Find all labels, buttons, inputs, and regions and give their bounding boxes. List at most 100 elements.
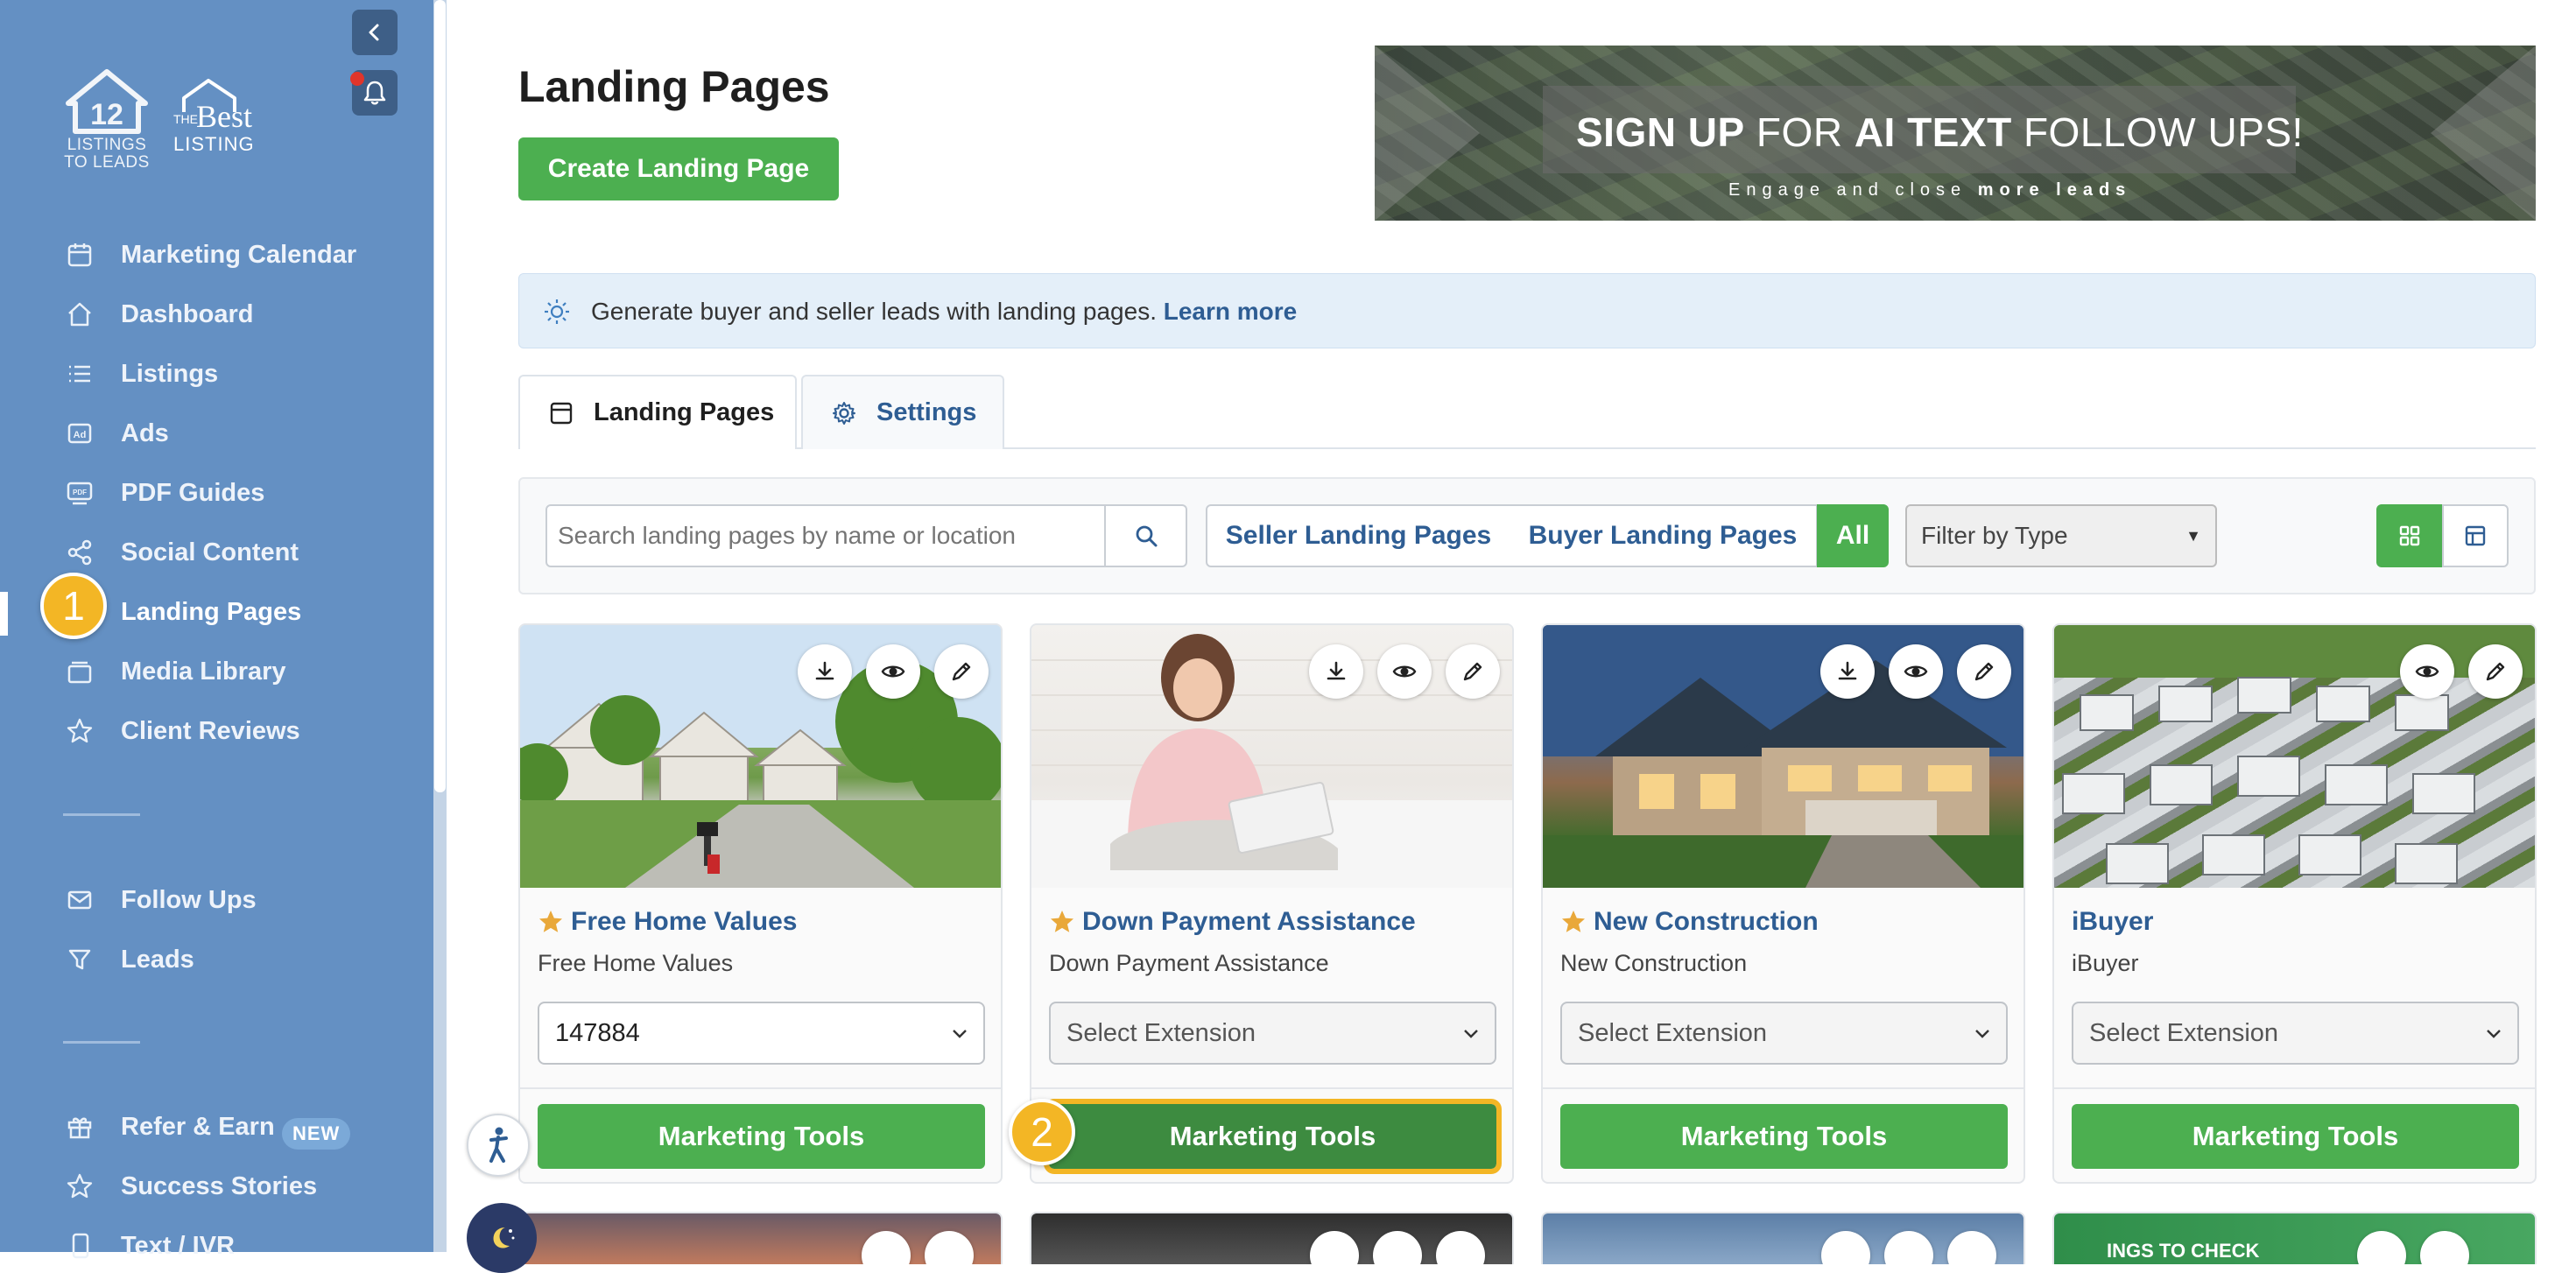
gift-icon — [63, 1110, 96, 1143]
moon-stars-icon — [493, 1227, 515, 1248]
seller-landing-pages-filter[interactable]: Seller Landing Pages — [1206, 504, 1511, 567]
sidebar-item-leads[interactable]: Leads — [0, 935, 433, 984]
eye-icon — [1904, 665, 1928, 678]
sidebar-item-marketing-calendar[interactable]: Marketing Calendar — [0, 230, 433, 279]
edit-button[interactable] — [1436, 1231, 1485, 1264]
star-icon — [538, 909, 564, 935]
edit-button[interactable] — [1957, 644, 2011, 699]
sidebar-item-listings[interactable]: Listings — [0, 349, 433, 398]
preview-button[interactable] — [1377, 644, 1432, 699]
card-subtitle: iBuyer — [2072, 950, 2139, 976]
sidebar: 12 LISTINGS TO LEADS THE Best LISTING Ma… — [0, 0, 433, 1260]
search-icon — [1136, 525, 1157, 547]
grid-view-button[interactable] — [2376, 504, 2443, 567]
edit-button[interactable] — [934, 644, 989, 699]
edit-button[interactable] — [2420, 1231, 2469, 1264]
sidebar-item-dashboard[interactable]: Dashboard — [0, 290, 433, 339]
card-title[interactable]: Down Payment Assistance — [1049, 907, 1416, 937]
banner-next-arrow[interactable] — [2431, 46, 2536, 221]
card-image-aerial-homes — [2054, 625, 2535, 888]
svg-text:Ad: Ad — [74, 430, 87, 440]
table-icon — [2465, 525, 2486, 546]
preview-button[interactable] — [2400, 644, 2454, 699]
preview-button[interactable] — [2357, 1231, 2406, 1264]
landing-page-card: Free Home Values Free Home Values 147884… — [518, 623, 1003, 1184]
tab-settings[interactable]: Settings — [801, 375, 1004, 449]
card-image-new-house — [1543, 625, 2023, 888]
edit-button[interactable] — [925, 1231, 974, 1264]
table-view-button[interactable] — [2442, 504, 2509, 567]
card-title[interactable]: New Construction — [1560, 907, 1819, 937]
chevron-down-icon — [2487, 1030, 2501, 1038]
download-icon — [815, 661, 834, 680]
calendar-icon — [63, 238, 96, 271]
dark-mode-button[interactable] — [467, 1203, 537, 1273]
sidebar-scrollbar-thumb[interactable] — [434, 0, 446, 792]
promo-headline: SIGN UP FOR AI TEXT FOLLOW UPS! — [1576, 109, 2304, 155]
tab-landing-pages[interactable]: Landing Pages — [518, 375, 797, 449]
download-button[interactable] — [1821, 1231, 1870, 1264]
extension-select[interactable]: Select Extension — [1049, 1002, 1496, 1065]
ad-icon: Ad — [63, 417, 96, 450]
phone-icon — [63, 1229, 96, 1262]
pencil-icon — [1974, 662, 1994, 681]
extension-select[interactable]: Select Extension — [1560, 1002, 2008, 1065]
preview-button[interactable] — [866, 644, 920, 699]
extension-select[interactable]: 147884 — [538, 1002, 985, 1065]
card-title[interactable]: Free Home Values — [538, 907, 797, 937]
card-title[interactable]: iBuyer — [2072, 907, 2153, 937]
download-button[interactable] — [1820, 644, 1875, 699]
download-icon — [1838, 661, 1857, 680]
buyer-landing-pages-filter[interactable]: Buyer Landing Pages — [1510, 504, 1818, 567]
download-button[interactable] — [798, 644, 852, 699]
extension-select[interactable]: Select Extension — [2072, 1002, 2519, 1065]
eye-icon — [1392, 665, 1417, 678]
search-button[interactable] — [1106, 504, 1187, 567]
banner-prev-arrow[interactable] — [1375, 46, 1480, 221]
download-button[interactable] — [1309, 644, 1363, 699]
listings-to-leads-logo: 12 LISTINGS TO LEADS — [61, 68, 152, 175]
preview-button[interactable] — [862, 1231, 911, 1264]
sidebar-scrollbar[interactable] — [433, 0, 447, 1252]
sidebar-item-follow-ups[interactable]: Follow Ups — [0, 876, 433, 925]
sidebar-item-media-library[interactable]: Media Library — [0, 647, 433, 696]
download-icon — [1327, 661, 1346, 680]
lightbulb-icon — [545, 299, 569, 324]
create-landing-page-button[interactable]: Create Landing Page — [518, 137, 839, 200]
collapse-sidebar-button[interactable] — [352, 10, 398, 55]
all-filter[interactable]: All — [1817, 504, 1889, 567]
folder-icon — [63, 655, 96, 688]
marketing-tools-button[interactable]: Marketing Tools — [2072, 1104, 2519, 1169]
info-alert: Generate buyer and seller leads with lan… — [518, 273, 2536, 348]
card-divider — [1543, 1087, 2023, 1089]
preview-button[interactable] — [1889, 644, 1943, 699]
edit-button[interactable] — [1947, 1231, 1996, 1264]
sidebar-item-success-stories[interactable]: Success Stories — [0, 1162, 433, 1211]
preview-button[interactable] — [1373, 1231, 1422, 1264]
marketing-tools-button[interactable]: Marketing Tools — [1560, 1104, 2008, 1169]
filter-icon — [63, 943, 96, 976]
marketing-tools-button[interactable]: Marketing Tools — [538, 1104, 985, 1169]
sidebar-item-social-content[interactable]: Social Content — [0, 528, 433, 577]
marketing-tools-button[interactable]: Marketing Tools — [1044, 1099, 1502, 1174]
landing-page-card: iBuyer iBuyer Select Extension Marketing… — [2052, 623, 2537, 1184]
new-badge: NEW — [282, 1118, 351, 1150]
card-actions — [798, 644, 989, 699]
search-input[interactable] — [545, 504, 1106, 567]
sidebar-item-refer-earn[interactable]: Refer & Earn — [0, 1102, 433, 1151]
accessibility-button[interactable] — [467, 1114, 530, 1177]
preview-button[interactable] — [1884, 1231, 1933, 1264]
learn-more-link[interactable]: Learn more — [1164, 298, 1298, 325]
edit-button[interactable] — [2468, 644, 2523, 699]
filter-by-type-select[interactable]: Filter by Type ▼ — [1905, 504, 2217, 567]
sidebar-item-ads[interactable]: Ad Ads — [0, 409, 433, 458]
sidebar-item-pdf-guides[interactable]: PDF PDF Guides — [0, 468, 433, 517]
sidebar-item-client-reviews[interactable]: Client Reviews — [0, 707, 433, 756]
chevron-left-icon — [369, 24, 379, 41]
grid-icon — [2399, 525, 2420, 546]
promo-banner[interactable]: SIGN UP FOR AI TEXT FOLLOW UPS! Engage a… — [1375, 46, 2536, 221]
sidebar-item-text-ivr[interactable]: Text / IVR — [0, 1221, 433, 1270]
home-icon — [63, 298, 96, 331]
download-button[interactable] — [1310, 1231, 1359, 1264]
edit-button[interactable] — [1446, 644, 1500, 699]
